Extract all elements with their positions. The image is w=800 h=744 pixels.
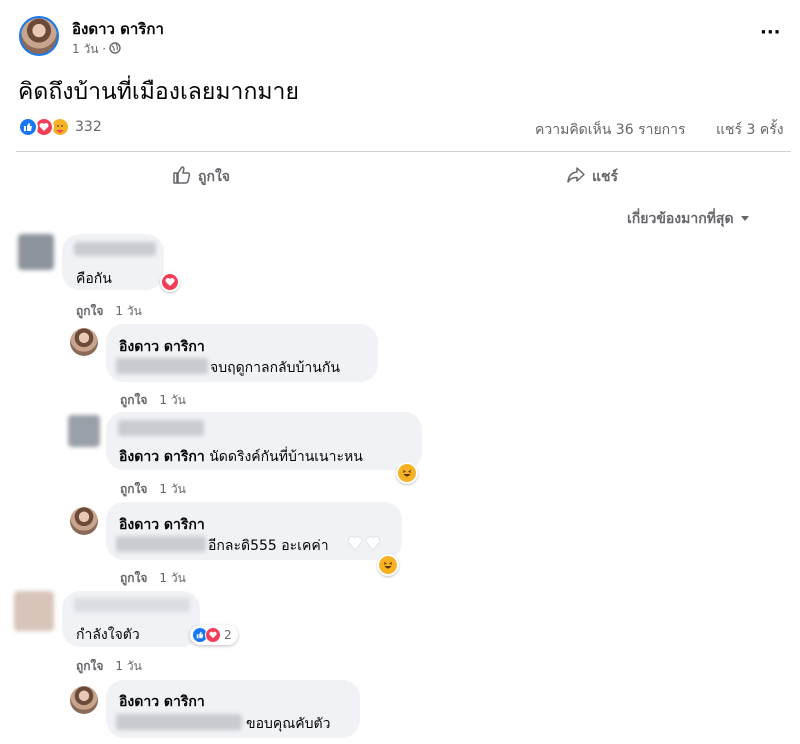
reply-commenter-avatar[interactable]	[68, 415, 100, 447]
post-author-name[interactable]: อิงดาว ดาริกา	[72, 17, 164, 41]
love-reaction-icon[interactable]	[160, 272, 180, 292]
reply-like-link[interactable]: ถูกใจ	[120, 571, 147, 585]
reply-like-link[interactable]: ถูกใจ	[120, 482, 147, 496]
reply-meta: ถูกใจ 1 วัน	[120, 391, 186, 410]
commenter-name-blurred	[74, 242, 156, 256]
commenter-avatar[interactable]	[18, 234, 54, 270]
like-icon	[18, 117, 38, 137]
reply-meta: ถูกใจ 1 วัน	[120, 569, 186, 588]
reply-time[interactable]: 1 วัน	[159, 571, 185, 585]
haha-reaction-icon[interactable]	[377, 554, 399, 576]
reply-text: อีกละดิ555 อะเคค่า	[208, 538, 329, 554]
white-heart-icon	[347, 535, 381, 555]
reply-author-name[interactable]: อิงดาว ดาริกา	[119, 691, 205, 713]
mention-blurred	[116, 536, 206, 552]
haha-reaction-icon[interactable]	[396, 462, 418, 484]
like-button[interactable]: ถูกใจ	[172, 165, 230, 189]
reaction-count: 332	[75, 119, 102, 135]
commenter-avatar[interactable]	[14, 591, 54, 631]
reply-author-name[interactable]: อิงดาว ดาริกา	[119, 514, 205, 536]
reply-author-name[interactable]: อิงดาว ดาริกา	[119, 336, 205, 358]
comment-count[interactable]: ความคิดเห็น 36 รายการ	[535, 119, 686, 141]
reply-author-avatar[interactable]	[70, 328, 98, 356]
reply-mention[interactable]: อิงดาว ดาริกา	[119, 449, 205, 465]
comment-sort-dropdown[interactable]: เกี่ยวข้องมากที่สุด	[627, 208, 750, 230]
comment-meta: ถูกใจ 1 วัน	[76, 302, 142, 321]
reply-text: ขอบคุณคับตัว	[246, 716, 331, 732]
stats-divider	[16, 151, 791, 152]
reply-commenter-name-blurred	[118, 420, 204, 436]
commenter-name-blurred	[74, 598, 190, 612]
post-author-avatar[interactable]	[19, 16, 59, 56]
reply-like-link[interactable]: ถูกใจ	[120, 393, 147, 407]
comment-time[interactable]: 1 วัน	[115, 659, 141, 673]
share-button[interactable]: แชร์	[566, 165, 618, 189]
share-count[interactable]: แชร์ 3 ครั้ง	[716, 119, 784, 141]
reply-author-avatar[interactable]	[70, 686, 98, 714]
sort-label: เกี่ยวข้องมากที่สุด	[627, 211, 734, 227]
reaction-summary[interactable]: 332	[18, 117, 102, 137]
share-arrow-icon	[566, 165, 592, 189]
reply-text: อิงดาว ดาริกา นัดดริงค์กันที่บ้านเนาะหน	[119, 446, 363, 468]
reaction-pill[interactable]: 2	[190, 625, 238, 645]
reply-time[interactable]: 1 วัน	[159, 393, 185, 407]
reaction-count: 2	[224, 628, 232, 642]
reply-text: จบฤดูกาลกลับบ้านกัน	[210, 360, 340, 376]
caret-down-icon	[740, 211, 750, 227]
comment-text: คือกัน	[76, 271, 112, 287]
reply-author-avatar[interactable]	[70, 507, 98, 535]
more-options-icon[interactable]: ···	[760, 22, 781, 43]
globe-icon	[109, 42, 121, 57]
post-text: คิดถึงบ้านที่เมืองเลยมากมาย	[18, 79, 299, 105]
comment-like-link[interactable]: ถูกใจ	[76, 304, 103, 318]
post-meta: 1 วัน ·	[72, 40, 121, 59]
post-time[interactable]: 1 วัน ·	[72, 40, 106, 59]
mention-blurred	[116, 714, 242, 730]
comment-text: กำลังใจตัว	[76, 627, 140, 643]
thumb-up-icon	[172, 165, 198, 189]
comment-time[interactable]: 1 วัน	[115, 304, 141, 318]
mention-blurred	[116, 358, 208, 374]
love-icon	[205, 627, 221, 643]
reply-time[interactable]: 1 วัน	[159, 482, 185, 496]
reply-meta: ถูกใจ 1 วัน	[120, 480, 186, 499]
share-button-label: แชร์	[592, 169, 619, 185]
comment-meta: ถูกใจ 1 วัน	[76, 657, 142, 676]
like-button-label: ถูกใจ	[198, 169, 230, 185]
reply-text-rest: นัดดริงค์กันที่บ้านเนาะหน	[204, 449, 363, 465]
comment-like-link[interactable]: ถูกใจ	[76, 659, 103, 673]
